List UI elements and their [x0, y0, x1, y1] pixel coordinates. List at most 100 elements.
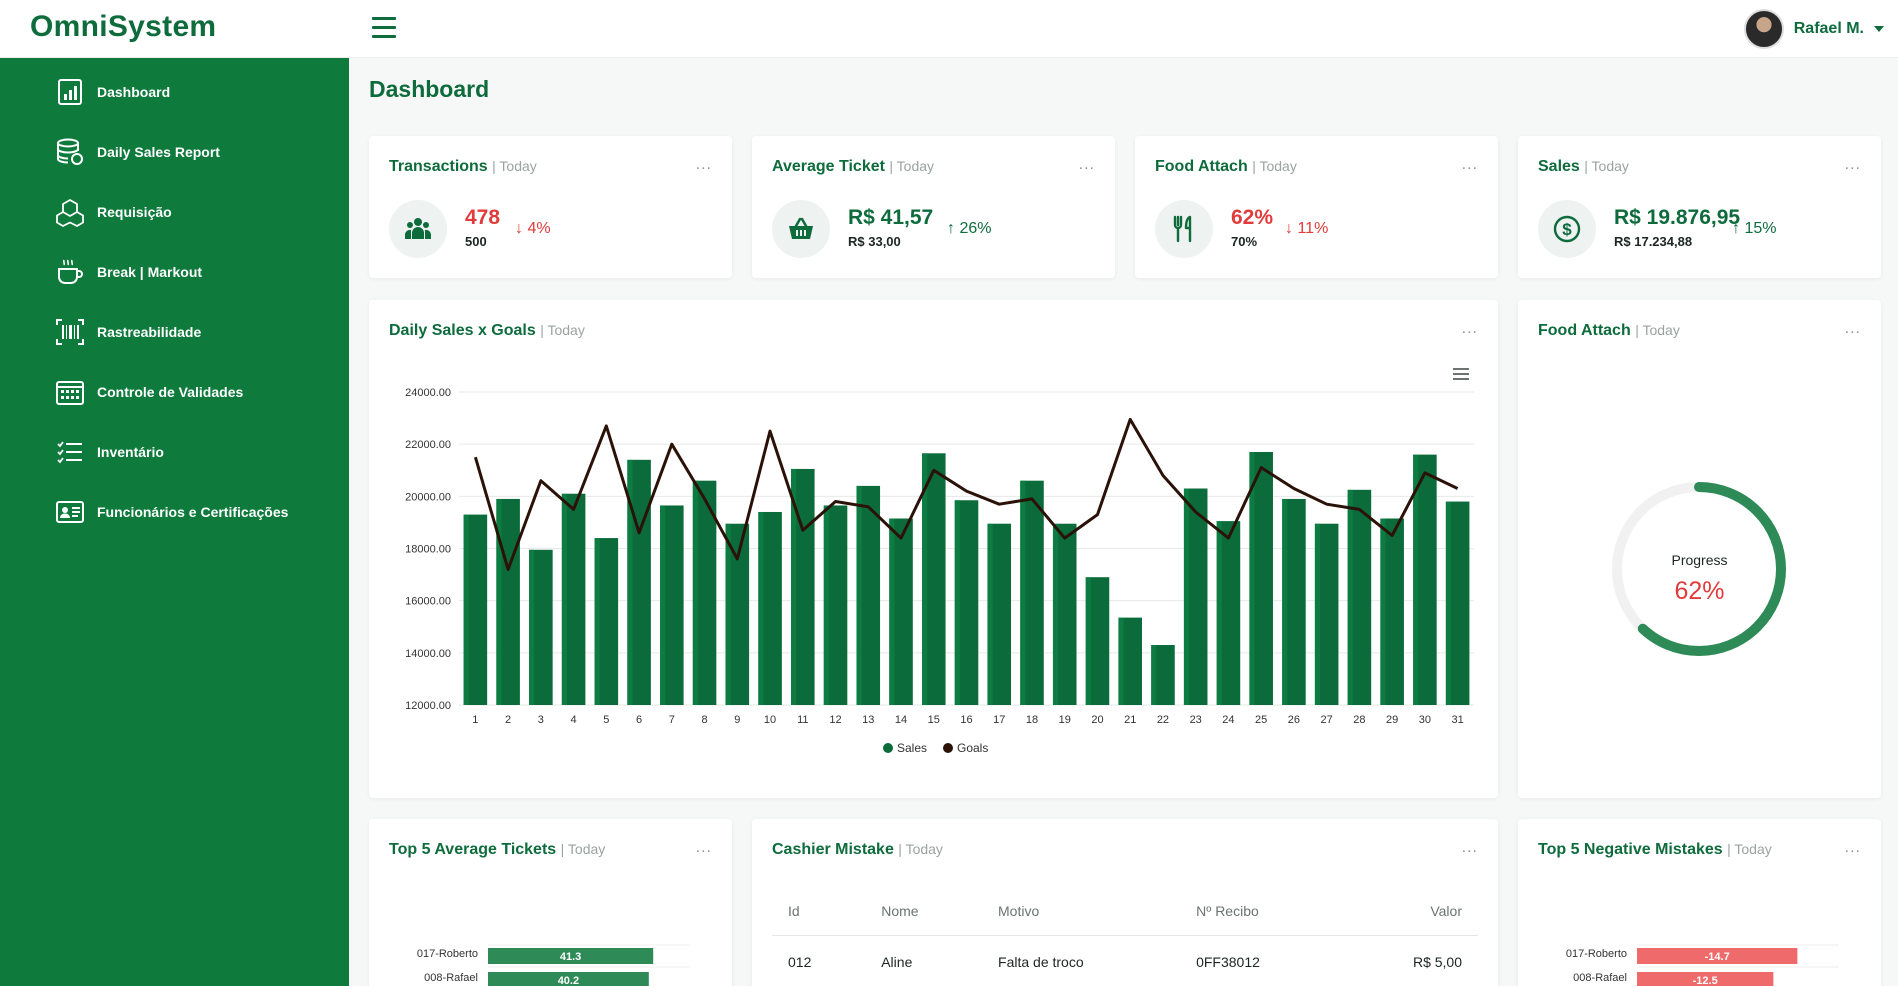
sidebar-item-requisicao[interactable]: Requisição — [55, 192, 172, 232]
boxes-icon — [56, 199, 84, 227]
sidebar-item-funcionarios[interactable]: Funcionários e Certificações — [55, 492, 288, 532]
sales-bar-highlight — [725, 523, 731, 705]
cell-nome: Aline — [865, 935, 983, 986]
kpi-value: R$ 19.876,95 — [1614, 206, 1741, 229]
x-tick-label: 8 — [702, 714, 708, 726]
dollar-icon: $ — [1538, 200, 1596, 258]
top5-negative-mistakes-card: Top 5 Negative Mistakes | Today ... 017-… — [1518, 819, 1881, 986]
sales-bar-highlight — [660, 505, 666, 705]
x-tick-label: 3 — [538, 714, 544, 726]
cashier-mistake-table: Id Nome Motivo Nº Recibo Valor 012 Aline… — [772, 893, 1478, 986]
x-tick-label: 28 — [1353, 714, 1365, 726]
people-icon — [389, 200, 447, 258]
top5-average-tickets-chart: 017-Roberto 41.3 008-Rafael 40.2 — [417, 944, 690, 986]
sales-bar-highlight — [1118, 617, 1124, 705]
user-menu[interactable]: Rafael M. — [1743, 9, 1884, 49]
x-tick-label: 21 — [1124, 714, 1136, 726]
daily-sales-card: Daily Sales x Goals | Today ... 24000.00… — [369, 300, 1498, 798]
top-bar: OmniSystem Rafael M. — [0, 0, 1898, 58]
kpi-value: 478 — [465, 206, 501, 229]
column-header[interactable]: Id — [772, 893, 866, 936]
x-tick-label: 23 — [1190, 714, 1202, 726]
app-logo[interactable]: OmniSystem — [30, 10, 216, 44]
sales-bar-highlight — [856, 485, 862, 705]
column-header[interactable]: Motivo — [982, 893, 1181, 936]
calendar-icon — [56, 381, 84, 405]
sales-bar-highlight — [1380, 518, 1386, 705]
more-options-icon[interactable]: ... — [1079, 156, 1095, 174]
sidebar-item-daily-sales-report[interactable]: Daily Sales Report — [55, 132, 220, 172]
bar-value-label: -14.7 — [1705, 951, 1730, 963]
x-tick-label: 7 — [669, 714, 675, 726]
avatar[interactable] — [1743, 9, 1784, 49]
user-name[interactable]: Rafael M. — [1794, 20, 1864, 38]
sidebar-item-controle-de-validades[interactable]: Controle de Validades — [55, 372, 243, 412]
category-label: 008-Rafael — [1573, 972, 1627, 984]
kpi-card-sales: Sales | Today ... $ R$ 19.876,95 R$ 17.2… — [1518, 136, 1881, 278]
table-row[interactable]: 012 Aline Falta de troco 0FF38012 R$ 5,0… — [772, 935, 1478, 986]
y-tick-label: 14000.00 — [405, 648, 451, 660]
sales-bar-highlight — [1151, 645, 1157, 705]
kpi-card-average-ticket: Average Ticket | Today ... R$ 41,57 R$ 3… — [752, 136, 1115, 278]
category-label: 008-Rafael — [424, 972, 478, 984]
fork-knife-icon — [1155, 200, 1213, 258]
menu-toggle-icon[interactable] — [372, 17, 396, 38]
basket-icon — [772, 200, 830, 258]
y-tick-label: 20000.00 — [405, 491, 451, 503]
sidebar-item-inventario[interactable]: Inventário — [55, 432, 164, 472]
coffee-cup-icon — [58, 259, 83, 284]
x-tick-label: 12 — [829, 714, 841, 726]
column-header[interactable]: Valor — [1341, 893, 1478, 936]
legend-marker-sales — [883, 743, 893, 753]
progress-ring — [1612, 482, 1786, 656]
x-tick-label: 19 — [1059, 714, 1071, 726]
cell-valor: R$ 5,00 — [1341, 935, 1478, 986]
x-tick-label: 18 — [1026, 714, 1038, 726]
chevron-down-icon[interactable] — [1874, 26, 1884, 32]
category-label: 017-Roberto — [417, 948, 478, 960]
cell-id: 012 — [772, 935, 866, 986]
sidebar-item-label: Requisição — [97, 204, 172, 220]
arrow-down-icon: ↓ — [1285, 220, 1293, 237]
more-options-icon[interactable]: ... — [1462, 156, 1478, 174]
sidebar-item-label: Funcionários e Certificações — [97, 504, 289, 520]
sales-bar-highlight — [987, 523, 993, 705]
food-attach-gauge-card: Food Attach | Today ... Progress 62% — [1518, 300, 1881, 798]
cell-recibo: 0FF38012 — [1180, 935, 1342, 986]
sidebar-item-label: Break | Markout — [97, 264, 203, 280]
column-header[interactable]: Nº Recibo — [1180, 893, 1342, 936]
x-tick-label: 11 — [797, 714, 808, 726]
y-tick-label: 12000.00 — [405, 700, 451, 712]
sales-bar-highlight — [758, 511, 764, 705]
kpi-card-transactions: Transactions | Today ... 478 500 ↓ 4% — [369, 136, 732, 278]
bar-value-label: 40.2 — [558, 975, 579, 986]
x-tick-label: 16 — [960, 714, 972, 726]
id-card-icon — [56, 501, 84, 523]
x-tick-label: 24 — [1222, 714, 1234, 726]
x-tick-label: 4 — [571, 714, 577, 726]
bar-chart-icon — [58, 79, 82, 105]
sales-bar-highlight — [889, 518, 895, 705]
y-tick-label: 16000.00 — [405, 596, 451, 608]
sidebar-item-break-markout[interactable]: Break | Markout — [55, 252, 202, 292]
sales-bar-highlight — [692, 480, 698, 705]
hamburger-menu-icon[interactable] — [1453, 368, 1469, 380]
sales-bar-highlight — [1020, 480, 1026, 705]
sidebar-item-dashboard[interactable]: Dashboard — [55, 72, 170, 112]
x-tick-label: 17 — [993, 714, 1005, 726]
page-title: Dashboard — [369, 76, 490, 102]
kpi-value: 62% — [1231, 206, 1274, 229]
sidebar-item-rastreabilidade[interactable]: Rastreabilidade — [55, 312, 201, 352]
x-tick-label: 29 — [1386, 714, 1398, 726]
card-title: Average Ticket | Today — [772, 158, 935, 175]
kpi-delta: ↓ 4% — [515, 220, 551, 237]
more-options-icon[interactable]: ... — [1462, 839, 1478, 857]
svg-text:$: $ — [1562, 220, 1572, 239]
sales-bar-highlight — [594, 538, 600, 705]
more-options-icon[interactable]: ... — [696, 156, 712, 174]
column-header[interactable]: Nome — [865, 893, 983, 936]
more-options-icon[interactable]: ... — [1845, 156, 1861, 174]
sidebar-item-label: Controle de Validades — [97, 384, 244, 400]
card-title: Transactions | Today — [389, 158, 537, 175]
x-tick-label: 31 — [1452, 714, 1464, 726]
